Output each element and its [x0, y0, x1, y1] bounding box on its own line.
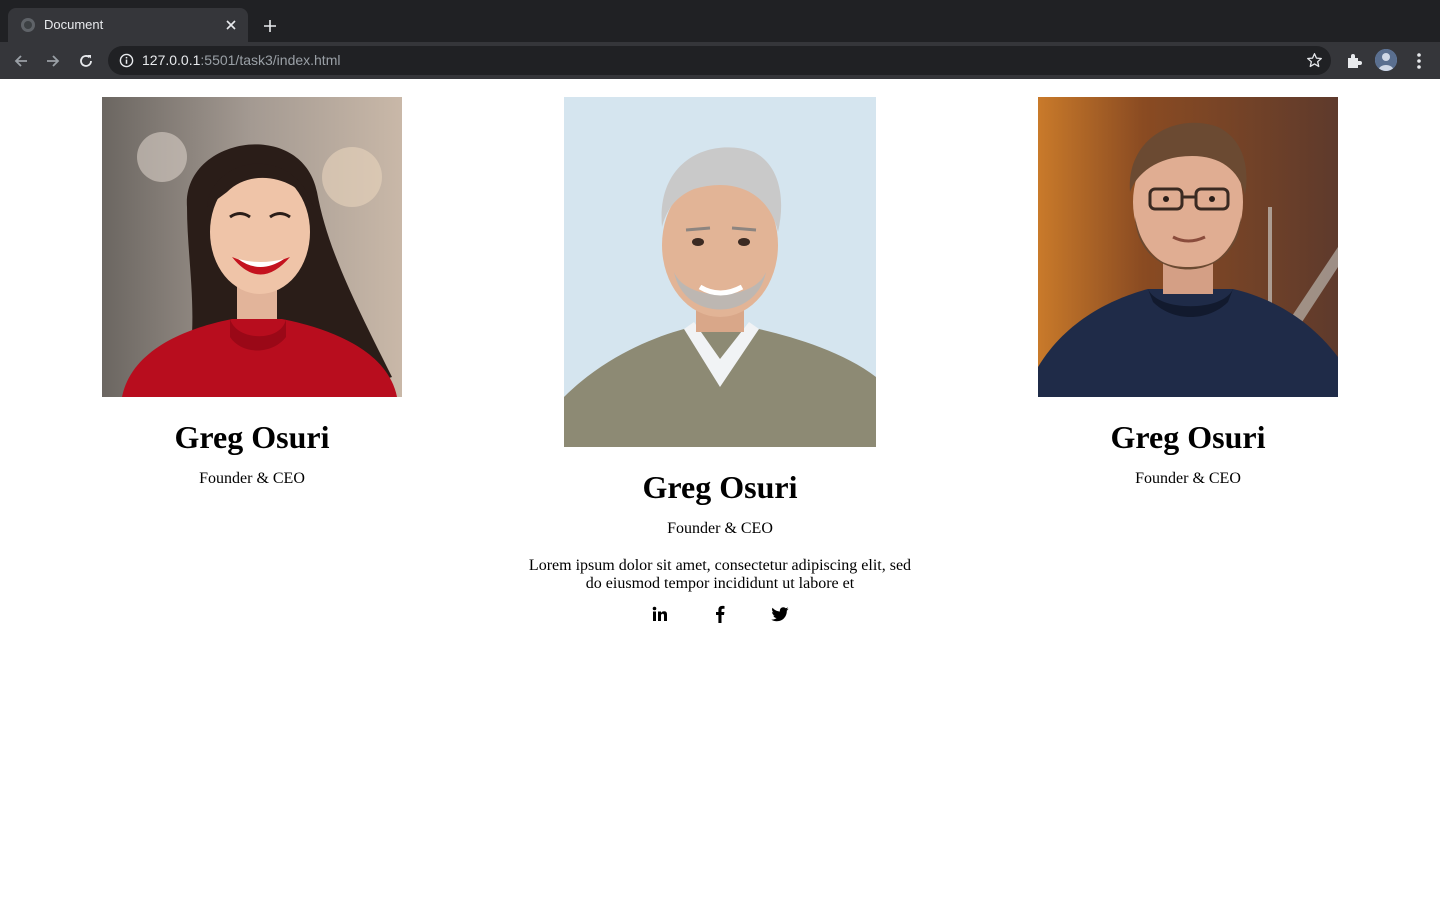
- arrow-left-icon: [14, 55, 27, 67]
- browser-tab[interactable]: Document: [8, 8, 248, 42]
- member-name: Greg Osuri: [642, 469, 798, 505]
- plus-icon: [264, 20, 276, 32]
- twitter-icon[interactable]: [771, 605, 789, 623]
- reload-icon: [80, 55, 92, 67]
- member-bio: Lorem ipsum dolor sit amet, consectetur …: [528, 557, 912, 592]
- url-host: 127.0.0.1: [142, 52, 201, 68]
- member-role: Founder & CEO: [1135, 470, 1241, 487]
- extensions-icon[interactable]: [1344, 51, 1364, 71]
- member-name: Greg Osuri: [174, 419, 330, 455]
- url-text[interactable]: 127.0.0.1:5501/task3/index.html: [142, 52, 340, 68]
- close-icon[interactable]: [222, 16, 240, 34]
- new-tab-button[interactable]: [258, 14, 282, 38]
- browser-toolbar: 127.0.0.1:5501/task3/index.html: [0, 42, 1440, 79]
- social-links: [520, 605, 920, 625]
- browser-tabstrip: Document: [0, 0, 1440, 42]
- profile-avatar[interactable]: [1375, 49, 1397, 71]
- facebook-icon[interactable]: [711, 605, 729, 623]
- forward-button[interactable]: [40, 48, 66, 74]
- member-name: Greg Osuri: [1110, 419, 1266, 455]
- linkedin-icon[interactable]: [651, 605, 669, 623]
- team-card: Greg Osuri Founder & CEO: [988, 97, 1388, 489]
- tab-title: Document: [44, 17, 104, 32]
- kebab-menu-icon[interactable]: [1410, 50, 1428, 72]
- url-path: :5501/task3/index.html: [200, 52, 341, 68]
- page-content: Greg Osuri Founder & CEO Greg Osuri Foun…: [0, 79, 1440, 900]
- reload-button[interactable]: [73, 48, 99, 74]
- member-role: Founder & CEO: [199, 470, 305, 487]
- globe-icon: [21, 18, 35, 32]
- member-role: Founder & CEO: [667, 520, 773, 537]
- team-card-featured: Greg Osuri Founder & CEO Lorem ipsum dol…: [520, 97, 920, 625]
- back-button[interactable]: [8, 48, 34, 74]
- profile-photo: [1038, 97, 1338, 397]
- star-icon[interactable]: [1306, 52, 1323, 69]
- team-card: Greg Osuri Founder & CEO: [52, 97, 452, 489]
- info-icon[interactable]: [119, 53, 134, 68]
- address-bar[interactable]: 127.0.0.1:5501/task3/index.html: [108, 46, 1331, 75]
- profile-photo: [102, 97, 402, 397]
- arrow-right-icon: [47, 55, 60, 67]
- profile-photo: [564, 97, 876, 447]
